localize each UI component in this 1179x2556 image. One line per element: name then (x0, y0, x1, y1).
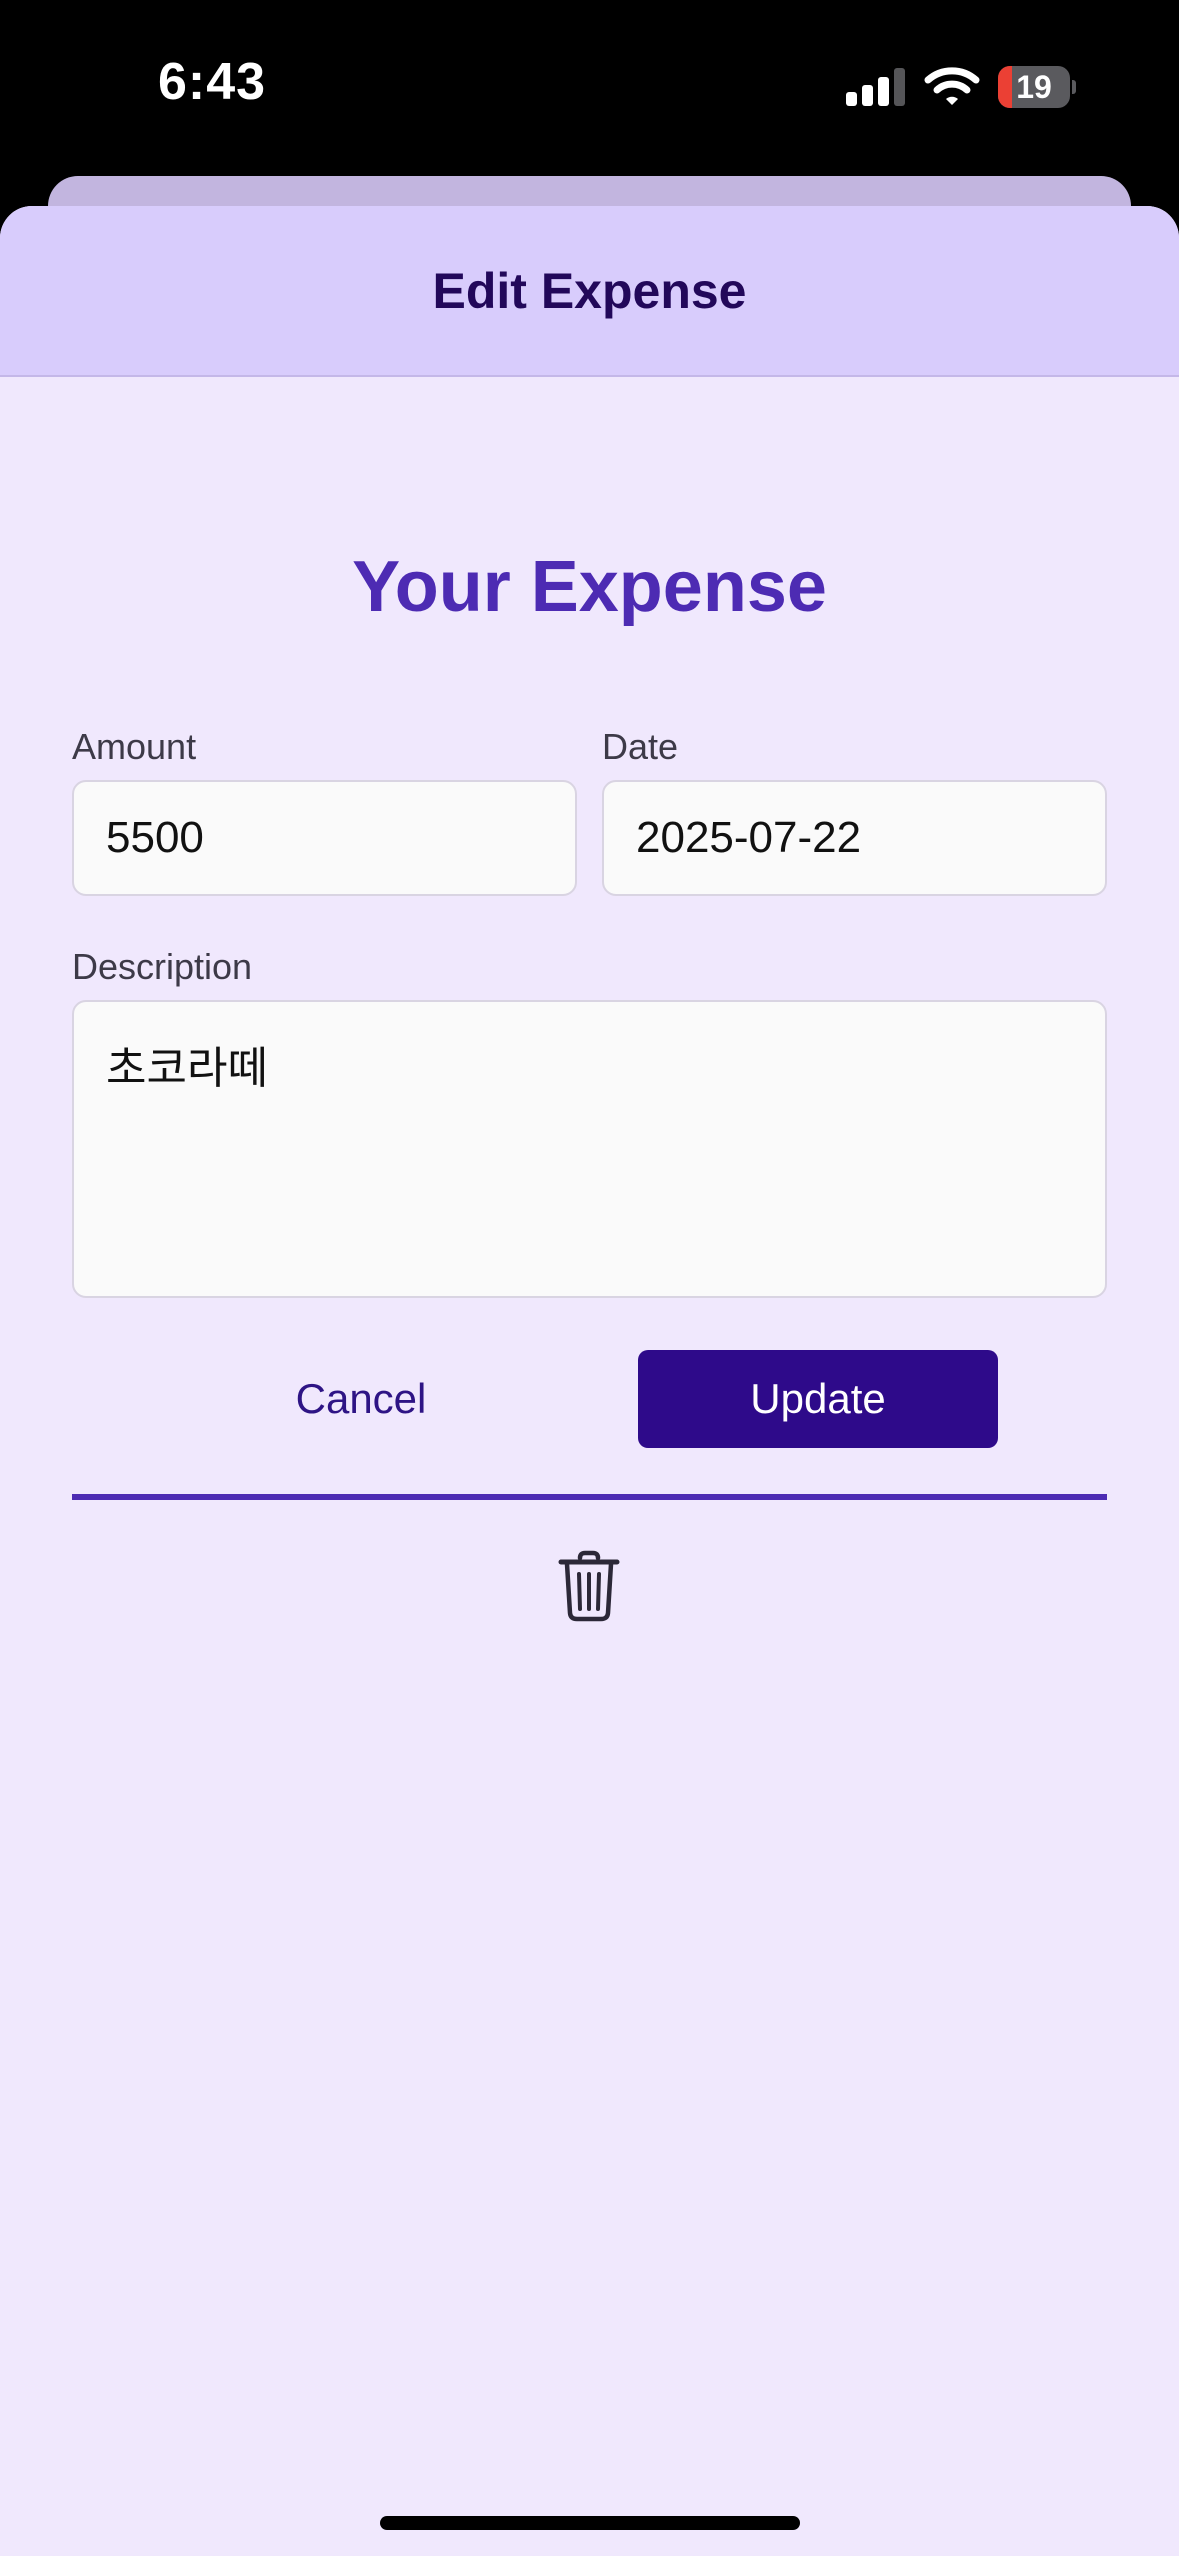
description-input[interactable]: 초코라떼 (72, 1000, 1107, 1298)
form-title: Your Expense (352, 547, 827, 627)
status-time: 6:43 (158, 53, 267, 111)
update-button[interactable]: Update (638, 1350, 998, 1448)
amount-label: Amount (72, 726, 197, 767)
cellular-signal-icon (846, 68, 906, 106)
edit-expense-sheet: Edit Expense Your Expense Amount Date De… (0, 206, 1179, 2556)
cancel-button[interactable]: Cancel (218, 1350, 504, 1448)
home-indicator (380, 2516, 800, 2530)
status-bar: 6:43 19 (0, 0, 1179, 176)
wifi-icon (924, 67, 980, 105)
battery-level: 19 (1016, 69, 1052, 105)
nav-header: Edit Expense (0, 206, 1179, 377)
page-title: Edit Expense (432, 263, 747, 319)
divider (72, 1494, 1107, 1500)
battery-icon: 19 (998, 66, 1076, 108)
amount-input[interactable] (72, 780, 577, 896)
trash-icon[interactable] (558, 1550, 620, 1622)
date-input[interactable] (602, 780, 1107, 896)
date-label: Date (602, 726, 679, 767)
description-label: Description (72, 946, 253, 987)
